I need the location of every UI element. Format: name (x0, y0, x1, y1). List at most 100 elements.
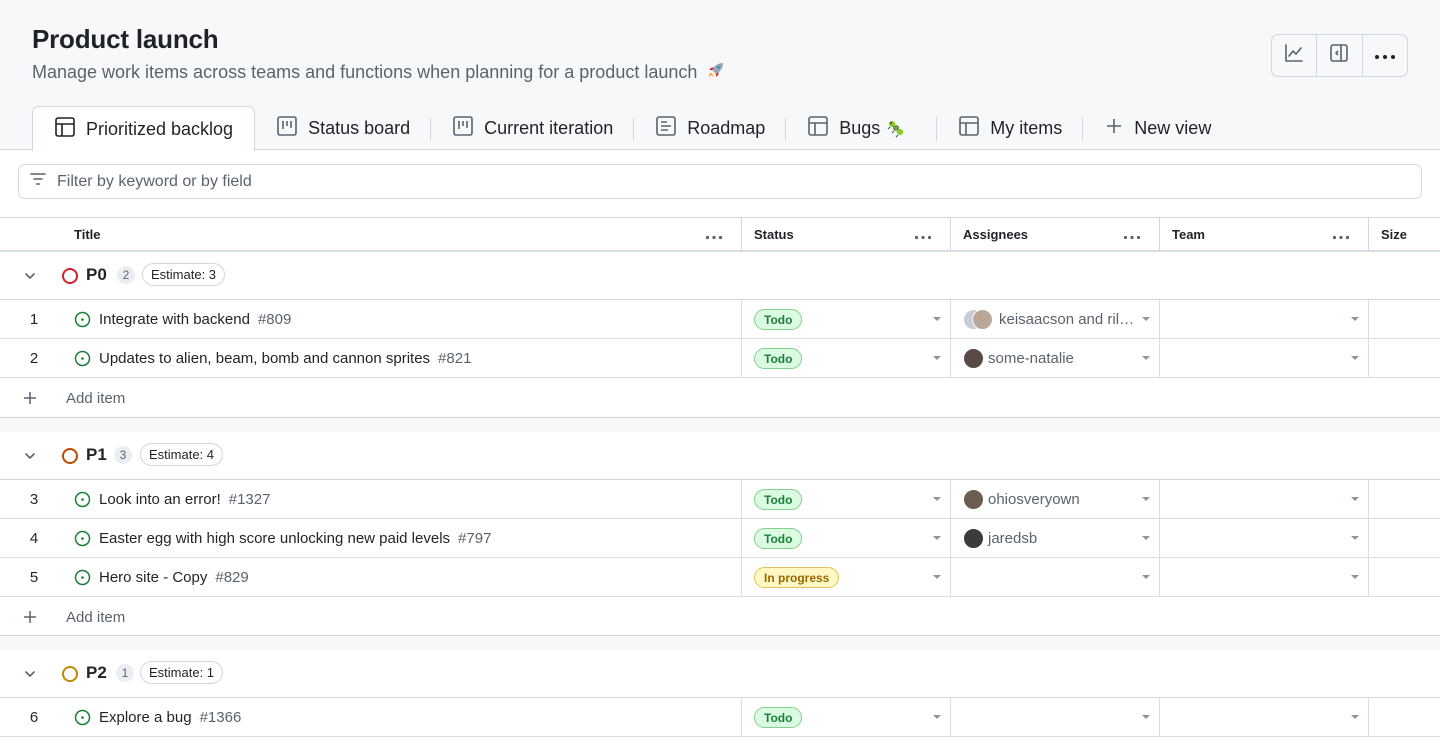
group-count-badge: 1 (116, 664, 134, 682)
column-header-size[interactable]: Size (1381, 218, 1440, 251)
insights-button[interactable] (1272, 35, 1318, 76)
view-tabs: Prioritized backlog Status board Current… (32, 106, 1232, 151)
item-title[interactable]: Updates to alien, beam, bomb and cannon … (99, 350, 471, 367)
graph-icon (1284, 43, 1304, 68)
tab-current-iteration[interactable]: Current iteration (431, 106, 635, 150)
item-title[interactable]: Easter egg with high score unlocking new… (99, 530, 491, 547)
chevron-down-icon[interactable] (22, 666, 38, 687)
group-header-p1: P1 3 Estimate: 4 (0, 432, 1440, 480)
table-row[interactable]: 4 Easter egg with high score unlocking n… (0, 519, 1440, 558)
dropdown-caret-icon[interactable] (1351, 715, 1359, 719)
group-name: P0 (86, 265, 107, 284)
row-number: 6 (29, 709, 39, 726)
priority-p0-icon (62, 268, 78, 284)
group-divider (0, 635, 1440, 651)
avatar[interactable] (963, 528, 984, 549)
item-title[interactable]: Hero site - Copy #829 (99, 569, 249, 586)
table-row[interactable]: 6 Explore a bug #1366 Todo (0, 698, 1440, 737)
estimate-badge: Estimate: 1 (140, 661, 224, 684)
more-options-button[interactable] (1363, 35, 1407, 76)
table-row[interactable]: 5 Hero site - Copy #829 In progress (0, 558, 1440, 597)
filter-input[interactable] (55, 171, 1355, 192)
avatar[interactable] (963, 348, 984, 369)
tab-roadmap[interactable]: Roadmap (634, 106, 787, 150)
new-view-button[interactable]: New view (1083, 106, 1232, 150)
column-menu-icon[interactable] (914, 228, 932, 243)
filter-bar[interactable] (18, 164, 1422, 199)
add-item-row[interactable]: Add item (0, 597, 1440, 637)
avatar[interactable] (972, 309, 993, 330)
header-actions (1271, 34, 1408, 77)
tab-status-board[interactable]: Status board (255, 106, 432, 150)
dropdown-caret-icon[interactable] (1142, 317, 1150, 321)
group-divider (0, 417, 1440, 433)
status-badge[interactable]: Todo (754, 348, 803, 369)
group-count-badge: 2 (117, 266, 135, 284)
column-header-status[interactable]: Status (754, 218, 950, 251)
column-divider[interactable] (1368, 218, 1369, 251)
tab-bugs[interactable]: Bugs (786, 106, 938, 150)
row-number: 1 (29, 311, 39, 328)
item-title[interactable]: Explore a bug #1366 (99, 709, 241, 726)
column-menu-icon[interactable] (1332, 228, 1350, 243)
dropdown-caret-icon[interactable] (1351, 356, 1359, 360)
assignees-text: keisaacson and ril… (999, 311, 1135, 328)
column-header-assignees[interactable]: Assignees (963, 218, 1159, 251)
dropdown-caret-icon[interactable] (933, 497, 941, 501)
column-header-team[interactable]: Team (1172, 218, 1368, 251)
estimate-badge: Estimate: 3 (142, 263, 226, 286)
status-badge[interactable]: Todo (754, 528, 803, 549)
column-divider[interactable] (1159, 218, 1160, 251)
dropdown-caret-icon[interactable] (933, 575, 941, 579)
status-badge[interactable]: In progress (754, 567, 840, 588)
dropdown-caret-icon[interactable] (1142, 715, 1150, 719)
table-row[interactable]: 1 Integrate with backend #809 Todo keisaa… (0, 300, 1440, 339)
dropdown-caret-icon[interactable] (1351, 536, 1359, 540)
tab-prioritized-backlog[interactable]: Prioritized backlog (32, 106, 256, 151)
table-row[interactable]: 2 Updates to alien, beam, bomb and canno… (0, 339, 1440, 378)
dropdown-caret-icon[interactable] (1351, 317, 1359, 321)
item-title[interactable]: Integrate with backend #809 (99, 311, 291, 328)
dropdown-caret-icon[interactable] (1351, 575, 1359, 579)
column-divider[interactable] (741, 218, 742, 251)
project-board-icon (276, 115, 308, 142)
add-item-row[interactable]: Add item (0, 378, 1440, 418)
estimate-badge: Estimate: 4 (140, 443, 224, 466)
issue-opened-icon (74, 709, 91, 731)
status-badge[interactable]: Todo (754, 707, 803, 728)
item-title[interactable]: Look into an error! #1327 (99, 491, 270, 508)
dropdown-caret-icon[interactable] (933, 317, 941, 321)
chevron-down-icon[interactable] (22, 448, 38, 469)
bug-emoji-icon (886, 118, 916, 138)
tab-my-items[interactable]: My items (937, 106, 1084, 150)
group-header-p0: P0 2 Estimate: 3 (0, 252, 1440, 300)
dropdown-caret-icon[interactable] (933, 536, 941, 540)
issue-opened-icon (74, 491, 91, 513)
status-badge[interactable]: Todo (754, 309, 803, 330)
project-description: Manage work items across teams and funct… (32, 60, 726, 85)
dropdown-caret-icon[interactable] (1351, 497, 1359, 501)
assignees-text: ohiosveryown (988, 491, 1080, 508)
column-menu-icon[interactable] (1123, 228, 1141, 243)
table-row[interactable]: 3 Look into an error! #1327 Todo ohiosver… (0, 480, 1440, 519)
group-name: P1 (86, 445, 107, 464)
row-number: 2 (29, 350, 39, 367)
toggle-sidebar-button[interactable] (1317, 35, 1363, 76)
priority-p2-icon (62, 666, 78, 682)
dropdown-caret-icon[interactable] (933, 715, 941, 719)
dropdown-caret-icon[interactable] (1142, 575, 1150, 579)
avatar[interactable] (963, 489, 984, 510)
column-divider[interactable] (950, 218, 951, 251)
table-icon (54, 116, 86, 143)
chevron-down-icon[interactable] (22, 268, 38, 289)
dropdown-caret-icon[interactable] (1142, 497, 1150, 501)
plus-icon (22, 609, 38, 630)
dropdown-caret-icon[interactable] (1142, 536, 1150, 540)
dropdown-caret-icon[interactable] (933, 356, 941, 360)
filter-icon (19, 170, 47, 193)
column-menu-icon[interactable] (705, 228, 723, 243)
dropdown-caret-icon[interactable] (1142, 356, 1150, 360)
plus-icon (1104, 116, 1134, 141)
status-badge[interactable]: Todo (754, 489, 803, 510)
column-header-title[interactable]: Title (74, 218, 741, 251)
